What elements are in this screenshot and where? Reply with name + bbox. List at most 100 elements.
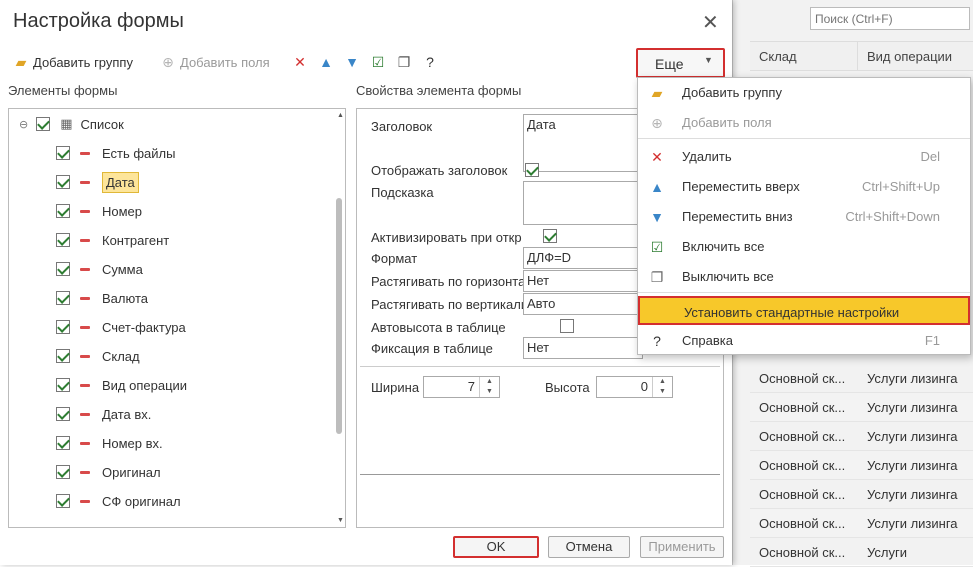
checkbox[interactable] [36,117,51,131]
cancel-button[interactable]: Отмена [548,536,630,558]
autoheight-checkbox[interactable] [560,319,575,333]
table-row[interactable]: Основной ск... Услуги лизинга [750,393,973,422]
show-header-label: Отображать заголовок [371,163,508,178]
menu-separator [638,292,970,293]
vstretch-select[interactable]: Авто [523,293,643,315]
tree-item[interactable]: Сумма [56,259,143,279]
checkbox[interactable] [56,262,70,276]
tree-item-label: Сумма [102,261,143,277]
checkbox[interactable] [56,291,70,305]
add-fields-button[interactable]: ⊕ Добавить поля [160,54,270,70]
tree-item[interactable]: Дата вх. [56,404,151,424]
tree-item[interactable]: Контрагент [56,230,169,250]
menu-item[interactable]: ⊕ Добавить поля [638,108,970,137]
menu-item[interactable]: ▼ Переместить вниз Ctrl+Shift+Down [638,202,970,231]
checkbox[interactable] [56,378,70,392]
arrow-up-icon[interactable]: ▲ [318,54,334,70]
more-button[interactable]: Еще ▼ [636,48,725,78]
add-field-icon: ⊕ [651,115,663,131]
tree-root[interactable]: ⊖ ▦ Список [19,114,124,134]
stepper-arrows-icon[interactable]: ▲ ▼ [652,377,672,397]
menu-item[interactable]: ☑ Включить все [638,232,970,261]
tree-item[interactable]: Вид операции [56,375,187,395]
menu-item-shortcut: Del [920,149,940,164]
table-row[interactable]: Основной ск... Услуги лизинга [750,480,973,509]
checkbox[interactable] [56,349,70,363]
uncheck-all-icon[interactable]: ❐ [396,54,412,70]
menu-item[interactable]: ▲ Переместить вверх Ctrl+Shift+Up [638,172,970,201]
menu-item[interactable]: ❐ Выключить все [638,262,970,291]
table-row[interactable]: Основной ск... Услуги лизинга [750,422,973,451]
activate-checkbox[interactable] [542,229,557,243]
menu-item-label: Переместить вверх [682,179,800,194]
header-input[interactable]: Дата [523,114,643,172]
arrow-down-icon[interactable]: ▼ [344,54,360,70]
table-header: Склад Вид операции [750,41,973,71]
table-row[interactable]: Основной ск... Услуги лизинга [750,451,973,480]
checkbox[interactable] [56,146,70,160]
table-icon: ▦ [60,116,73,131]
table-row[interactable]: Основной ск... Услуги [750,538,973,567]
hstretch-select[interactable]: Нет [523,270,643,292]
table-row[interactable]: Основной ск... Услуги лизинга [750,364,973,393]
checkbox[interactable] [56,494,70,508]
tree-item[interactable]: Номер [56,201,142,221]
checkbox[interactable] [56,233,70,247]
add-group-button[interactable]: ▰ Добавить группу [13,54,133,70]
show-header-checkbox[interactable] [525,163,539,177]
checkbox[interactable] [56,407,70,421]
width-stepper[interactable]: 7 ▲ ▼ [423,376,500,398]
tree-item[interactable]: Есть файлы [56,143,175,163]
scroll-down-icon[interactable]: ▼ [337,517,344,524]
arrow-down-icon: ▼ [650,209,664,225]
collapse-icon[interactable]: ⊖ [19,118,28,131]
check-all-icon[interactable]: ☑ [370,54,386,70]
activate-label: Активизировать при откр [371,230,522,245]
help-icon[interactable]: ? [422,54,438,70]
tree-item[interactable]: СФ оригинал [56,491,181,511]
search-input[interactable] [810,7,970,30]
stepper-arrows-icon[interactable]: ▲ ▼ [479,377,499,397]
folder-add-icon: ▰ [15,54,27,70]
checkbox[interactable] [56,320,70,334]
tree-item[interactable]: Валюта [56,288,148,308]
menu-item[interactable]: ✕ Удалить Del [638,142,970,171]
menu-item-label: Удалить [682,149,732,164]
header-label: Заголовок [371,119,433,134]
field-icon [80,238,90,242]
close-icon[interactable]: ✕ [702,10,719,35]
column-header-sklad[interactable]: Склад [759,49,797,64]
tree-item[interactable]: Счет-фактура [56,317,186,337]
height-stepper[interactable]: 0 ▲ ▼ [596,376,673,398]
delete-icon[interactable]: ✕ [292,54,308,70]
fix-select[interactable]: Нет [523,337,643,359]
tree-item-label: Вид операции [102,377,188,393]
apply-button[interactable]: Применить [640,536,724,558]
field-icon [80,325,90,329]
tree-item[interactable]: Склад [56,346,140,366]
tree-item[interactable]: Дата [56,171,139,193]
checkbox[interactable] [56,465,70,479]
checkbox[interactable] [56,436,70,450]
table-row[interactable]: Основной ск... Услуги лизинга [750,509,973,538]
help-icon: ? [653,333,661,349]
menu-item[interactable]: ▰ Добавить группу [638,78,970,107]
delete-icon: ✕ [651,149,663,165]
tree-item[interactable]: Номер вх. [56,433,163,453]
tree-item[interactable]: Оригинал [56,462,161,482]
column-header-vid-operacii[interactable]: Вид операции [867,49,952,64]
checkbox[interactable] [56,204,70,218]
hint-input[interactable] [523,181,643,225]
scroll-up-icon[interactable]: ▲ [337,112,344,119]
checkbox[interactable] [56,175,70,189]
menu-item-label: Добавить группу [682,85,782,100]
ok-button[interactable]: OK [453,536,539,558]
folder-add-icon: ▰ [651,85,663,101]
fix-label: Фиксация в таблице [371,341,493,356]
format-input[interactable]: ДЛФ=D [523,247,643,269]
scrollbar-thumb[interactable] [336,198,342,434]
menu-item[interactable]: Установить стандартные настройки [638,296,970,325]
add-field-icon: ⊕ [162,54,174,70]
menu-item[interactable]: ? Справка F1 [638,326,970,355]
check-all-icon: ☑ [650,239,664,255]
